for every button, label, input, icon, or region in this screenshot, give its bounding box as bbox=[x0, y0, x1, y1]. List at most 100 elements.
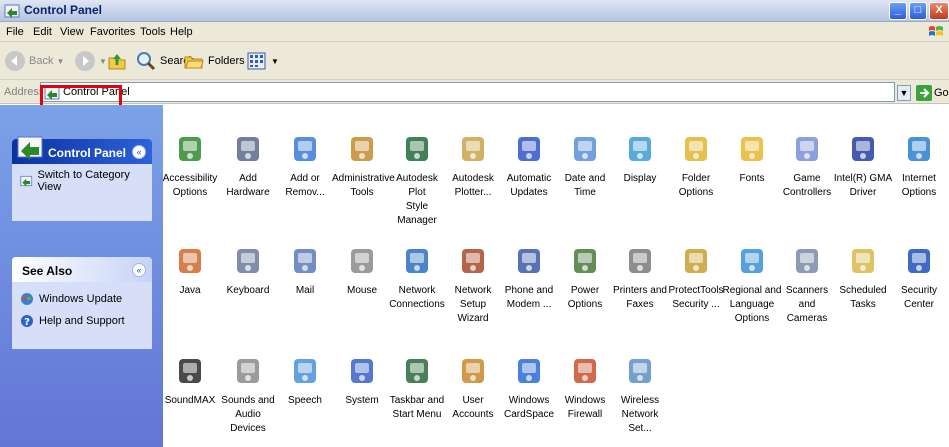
cpl-item-game-controllers[interactable]: Game Controllers bbox=[777, 133, 837, 200]
maximize-button[interactable]: □ bbox=[909, 2, 927, 20]
mouse-icon bbox=[351, 249, 373, 273]
back-button[interactable]: Back ▼ bbox=[4, 50, 64, 72]
go-arrow-icon bbox=[916, 85, 932, 101]
close-button[interactable]: X bbox=[929, 2, 949, 20]
cpl-item-user-accounts[interactable]: User Accounts bbox=[443, 355, 503, 422]
cpl-item-phone-and-modem[interactable]: Phone and Modem ... bbox=[499, 245, 559, 312]
collapse-see-also-icon[interactable]: « bbox=[132, 263, 146, 277]
menu-file[interactable]: File bbox=[6, 26, 24, 38]
minimize-button[interactable]: _ bbox=[889, 2, 907, 20]
cpl-item-label-line: Security ... bbox=[672, 299, 720, 310]
speech-icon bbox=[294, 359, 316, 383]
cpl-item-taskbar-and-start-menu[interactable]: Taskbar and Start Menu bbox=[387, 355, 447, 422]
cpl-item-label: SoundMAX bbox=[160, 394, 220, 408]
go-button[interactable]: Go bbox=[916, 84, 949, 102]
scheduled-tasks-icon bbox=[852, 249, 874, 273]
phone-modem-icon bbox=[518, 249, 540, 273]
toolbar: Back ▼ ▼ Search Folders ▼ bbox=[0, 42, 949, 80]
menu-tools[interactable]: Tools bbox=[140, 26, 166, 38]
cpl-item-power-options[interactable]: Power Options bbox=[555, 245, 615, 312]
cpl-item-autodesk-plotter[interactable]: Autodesk Plotter... bbox=[443, 133, 503, 200]
cpl-item-label-line: Taskbar and bbox=[389, 395, 445, 406]
autodesk-plotter-icon bbox=[462, 137, 484, 161]
system-icon bbox=[351, 359, 373, 383]
cpl-item-windows-firewall[interactable]: Windows Firewall bbox=[555, 355, 615, 422]
cpl-item-autodesk-plot-style-manager[interactable]: Autodesk Plot Style Manager bbox=[387, 133, 447, 228]
cpl-item-date-and-time[interactable]: Date and Time bbox=[555, 133, 615, 200]
cpl-item-label-line: System bbox=[345, 395, 379, 406]
menu-edit[interactable]: Edit bbox=[33, 26, 52, 38]
forward-button[interactable]: ▼ bbox=[74, 50, 107, 72]
control-panel-panel-header[interactable]: Control Panel « bbox=[12, 136, 152, 164]
cpl-item-label-line: Autodesk bbox=[452, 173, 494, 184]
see-also-panel-header[interactable]: See Also « bbox=[12, 257, 152, 282]
cpl-item-label: Autodesk Plotter... bbox=[443, 172, 503, 200]
views-button[interactable]: ▼ bbox=[246, 50, 279, 72]
cpl-item-label-line: Fonts bbox=[739, 173, 765, 184]
back-label: Back bbox=[29, 55, 54, 67]
cpl-item-mouse[interactable]: Mouse bbox=[332, 245, 392, 298]
cpl-item-label-line: Network bbox=[398, 285, 436, 296]
task-pane: Control Panel « Switch to Category View … bbox=[0, 105, 163, 447]
menu-favorites[interactable]: Favorites bbox=[90, 26, 135, 38]
cpl-item-scanners-and-cameras[interactable]: Scanners and Cameras bbox=[777, 245, 837, 326]
wireless-icon bbox=[629, 359, 651, 383]
cpl-item-mail[interactable]: Mail bbox=[275, 245, 335, 298]
windows-update-link[interactable]: Windows Update bbox=[20, 288, 144, 310]
address-dropdown-button[interactable]: ▼ bbox=[897, 85, 911, 101]
cpl-item-intel-gma-driver[interactable]: Intel(R) GMA Driver bbox=[833, 133, 893, 200]
cpl-item-network-connections[interactable]: Network Connections bbox=[387, 245, 447, 312]
cpl-item-label-line: Intel(R) GMA bbox=[833, 173, 893, 184]
menu-view[interactable]: View bbox=[60, 26, 84, 38]
cpl-item-network-setup-wizard[interactable]: Network Setup Wizard bbox=[443, 245, 503, 326]
cpl-item-keyboard[interactable]: Keyboard bbox=[218, 245, 278, 298]
cpl-item-display[interactable]: Display bbox=[610, 133, 670, 186]
control-panel-panel-title: Control Panel bbox=[48, 146, 127, 160]
cpl-item-add-remove-programs[interactable]: Add or Remov... bbox=[275, 133, 335, 200]
folders-button[interactable]: Folders bbox=[183, 50, 245, 72]
help-and-support-link[interactable]: ? Help and Support bbox=[20, 310, 144, 332]
cpl-item-label-line: Updates bbox=[510, 187, 548, 198]
address-field[interactable]: Control Panel bbox=[40, 82, 895, 102]
cpl-item-label: User Accounts bbox=[443, 394, 503, 422]
collapse-control-panel-icon[interactable]: « bbox=[132, 145, 146, 159]
game-controllers-icon bbox=[796, 137, 818, 161]
cpl-item-folder-options[interactable]: Folder Options bbox=[666, 133, 726, 200]
help-icon: ? bbox=[21, 315, 33, 328]
cpl-item-automatic-updates[interactable]: Automatic Updates bbox=[499, 133, 559, 200]
svg-text:?: ? bbox=[24, 317, 30, 328]
cardspace-icon bbox=[518, 359, 540, 383]
cpl-item-security-center[interactable]: Security Center bbox=[889, 245, 949, 312]
cpl-item-label: Folder Options bbox=[666, 172, 726, 200]
cpl-item-java[interactable]: Java bbox=[160, 245, 220, 298]
cpl-item-protecttools-security[interactable]: ProtectTools Security ... bbox=[666, 245, 726, 312]
menu-help[interactable]: Help bbox=[170, 26, 193, 38]
cpl-item-windows-cardspace[interactable]: Windows CardSpace bbox=[499, 355, 559, 422]
cpl-item-fonts[interactable]: Fonts bbox=[722, 133, 782, 186]
cpl-item-printers-and-faxes[interactable]: Printers and Faxes bbox=[610, 245, 670, 312]
cpl-item-label-line: Phone and bbox=[504, 285, 554, 296]
cpl-item-label: Accessibility Options bbox=[160, 172, 220, 200]
cpl-item-label: Speech bbox=[275, 394, 335, 408]
cpl-item-add-hardware[interactable]: Add Hardware bbox=[218, 133, 278, 200]
cpl-item-soundmax[interactable]: SoundMAX bbox=[160, 355, 220, 408]
cpl-item-scheduled-tasks[interactable]: Scheduled Tasks bbox=[833, 245, 893, 312]
go-label: Go bbox=[934, 87, 949, 99]
cpl-item-label-line: Options bbox=[172, 187, 208, 198]
up-folder-button[interactable] bbox=[106, 50, 128, 72]
network-setup-icon bbox=[462, 249, 484, 273]
cpl-item-regional-and-language-options[interactable]: Regional and Language Options bbox=[722, 245, 782, 326]
cpl-item-administrative-tools[interactable]: Administrative Tools bbox=[332, 133, 395, 200]
cpl-item-speech[interactable]: Speech bbox=[275, 355, 335, 408]
switch-to-category-view-link[interactable]: Switch to Category View bbox=[20, 169, 144, 193]
cpl-item-label: Add or Remov... bbox=[275, 172, 335, 200]
cpl-item-sounds-and-audio-devices[interactable]: Sounds and Audio Devices bbox=[218, 355, 278, 436]
cpl-item-accessibility-options[interactable]: Accessibility Options bbox=[160, 133, 220, 200]
cpl-item-wireless-network-setup[interactable]: Wireless Network Set... bbox=[610, 355, 670, 436]
cpl-item-label-line: Language bbox=[729, 299, 775, 310]
cpl-item-label-line: Windows bbox=[564, 395, 606, 406]
accessibility-icon bbox=[179, 137, 201, 161]
cpl-item-label-line: Speech bbox=[288, 395, 322, 406]
cpl-item-system[interactable]: System bbox=[332, 355, 392, 408]
cpl-item-internet-options[interactable]: Internet Options bbox=[889, 133, 949, 200]
